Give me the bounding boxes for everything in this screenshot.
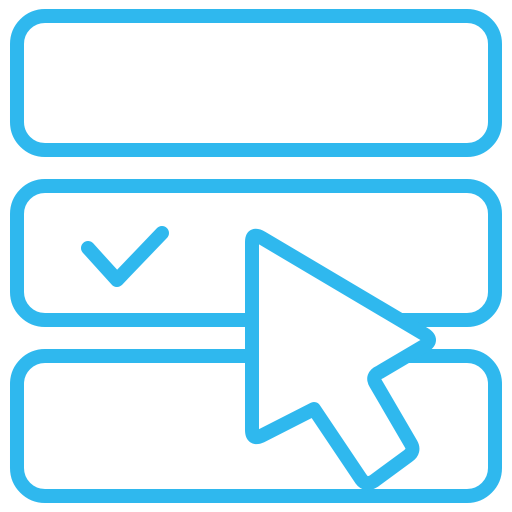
check-icon	[81, 226, 169, 287]
icon-canvas	[0, 0, 512, 512]
list-row-top	[10, 9, 502, 157]
select-list-item-icon	[10, 9, 502, 503]
pointer-cursor-icon	[245, 228, 436, 491]
